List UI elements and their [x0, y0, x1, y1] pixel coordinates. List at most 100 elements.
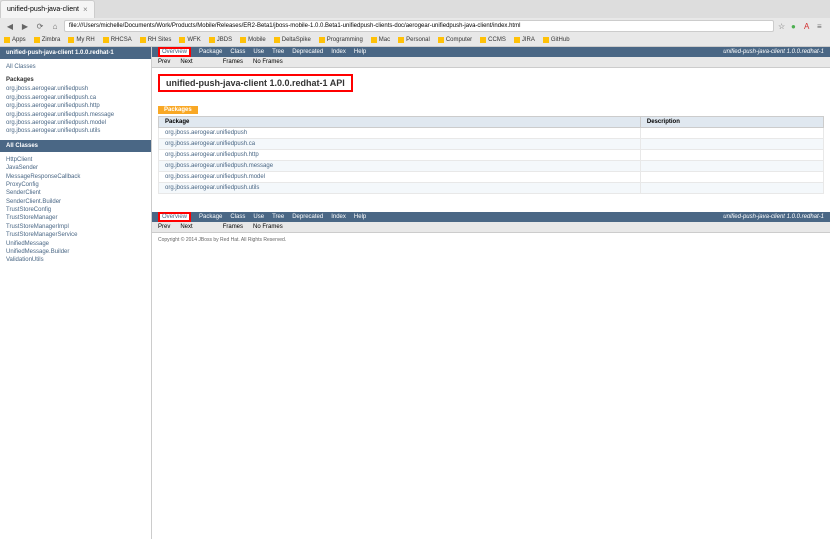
folder-icon: [34, 37, 40, 43]
table-row: org.jboss.aerogear.unifiedpush: [159, 128, 824, 139]
bookmark-item[interactable]: Mobile: [240, 37, 266, 43]
nav-link-package[interactable]: Package: [199, 214, 222, 220]
nav-link-overview[interactable]: Overview: [158, 47, 191, 57]
sidebar-class-link[interactable]: MessageResponseCallback: [6, 173, 145, 181]
nav-link-class[interactable]: Class: [230, 49, 245, 55]
sidebar-class-link[interactable]: TrustStoreManagerService: [6, 231, 145, 239]
sidebar-package-link[interactable]: org.jboss.aerogear.unifiedpush.message: [6, 111, 145, 119]
package-link[interactable]: org.jboss.aerogear.unifiedpush.http: [165, 152, 259, 158]
url-bar: ◀ ▶ ⟳ ⌂ file:///Users/michelle/Documents…: [0, 18, 830, 34]
frames-link-bottom[interactable]: Frames: [223, 224, 243, 230]
sidebar-class-link[interactable]: TrustStoreConfig: [6, 206, 145, 214]
star-icon[interactable]: ☆: [778, 22, 786, 30]
bookmark-item[interactable]: Apps: [4, 37, 26, 43]
nav-link-index[interactable]: Index: [331, 49, 346, 55]
sidebar-class-link[interactable]: ValidationUtils: [6, 256, 145, 264]
folder-icon: [68, 37, 74, 43]
bookmark-item[interactable]: Personal: [398, 37, 430, 43]
prev-link-bottom[interactable]: Prev: [158, 224, 170, 230]
frames-link[interactable]: Frames: [223, 59, 243, 65]
table-row: org.jboss.aerogear.unifiedpush.model: [159, 172, 824, 183]
menu-icon[interactable]: ≡: [817, 22, 825, 30]
bookmark-item[interactable]: Mac: [371, 37, 390, 43]
bottom-nav-bar: Overview Package Class Use Tree Deprecated Ind…: [152, 212, 830, 222]
nav-link-use[interactable]: Use: [253, 49, 264, 55]
sidebar-package-link[interactable]: org.jboss.aerogear.unifiedpush: [6, 85, 145, 93]
bookmark-item[interactable]: WFK: [179, 37, 200, 43]
sidebar-class-link[interactable]: UnifiedMessage: [6, 240, 145, 248]
sidebar-header: unified-push-java-client 1.0.0.redhat-1: [0, 47, 151, 59]
bookmark-item[interactable]: JBDS: [209, 37, 232, 43]
bookmark-item[interactable]: RHCSA: [103, 37, 132, 43]
home-button[interactable]: ⌂: [49, 20, 61, 32]
no-frames-link-bottom[interactable]: No Frames: [253, 224, 283, 230]
bookmark-item[interactable]: My RH: [68, 37, 94, 43]
sidebar-class-link[interactable]: SenderClient: [6, 189, 145, 197]
nav-right-title-bottom: unified-push-java-client 1.0.0.redhat-1: [723, 214, 824, 220]
bookmark-item[interactable]: Zimbra: [34, 37, 61, 43]
description-header: Description: [640, 117, 823, 128]
extension-icon[interactable]: A: [804, 22, 812, 30]
next-link[interactable]: Next: [180, 59, 192, 65]
browser-tab[interactable]: unified-push-java-client ×: [0, 0, 95, 18]
nav-link-help[interactable]: Help: [354, 49, 366, 55]
sidebar-class-link[interactable]: HttpClient: [6, 156, 145, 164]
reload-button[interactable]: ⟳: [34, 20, 46, 32]
bookmark-item[interactable]: Computer: [438, 37, 472, 43]
url-input[interactable]: file:///Users/michelle/Documents/Work/Pr…: [64, 20, 774, 32]
tab-bar: unified-push-java-client ×: [0, 0, 830, 18]
nav-link-index[interactable]: Index: [331, 214, 346, 220]
nav-link-deprecated[interactable]: Deprecated: [292, 49, 323, 55]
bookmark-item[interactable]: DeltaSpike: [274, 37, 311, 43]
sidebar-class-link[interactable]: UnifiedMessage.Builder: [6, 248, 145, 256]
folder-icon: [274, 37, 280, 43]
sync-icon[interactable]: ●: [791, 22, 799, 30]
nav-link-tree[interactable]: Tree: [272, 214, 284, 220]
prev-link[interactable]: Prev: [158, 59, 170, 65]
nav-link-use[interactable]: Use: [253, 214, 264, 220]
bookmark-item[interactable]: RH Sites: [140, 37, 172, 43]
sidebar-class-link[interactable]: ProxyConfig: [6, 181, 145, 189]
package-link[interactable]: org.jboss.aerogear.unifiedpush.message: [165, 163, 273, 169]
table-row: org.jboss.aerogear.unifiedpush.message: [159, 161, 824, 172]
all-classes-link[interactable]: All Classes: [6, 63, 145, 71]
close-icon[interactable]: ×: [83, 5, 88, 14]
nav-link-package[interactable]: Package: [199, 49, 222, 55]
sidebar-class-link[interactable]: TrustStoreManager: [6, 214, 145, 222]
package-header: Package: [159, 117, 641, 128]
all-classes-header: All Classes: [0, 140, 151, 152]
forward-button[interactable]: ▶: [19, 20, 31, 32]
nav-link-class[interactable]: Class: [230, 214, 245, 220]
footer-copyright: Copyright © 2014 JBoss by Red Hat. All R…: [152, 233, 830, 247]
url-text: file:///Users/michelle/Documents/Work/Pr…: [69, 23, 520, 29]
main-content: Overview Package Class Use Tree Deprecated Ind…: [152, 47, 830, 539]
package-link[interactable]: org.jboss.aerogear.unifiedpush: [165, 130, 247, 136]
sidebar-package-link[interactable]: org.jboss.aerogear.unifiedpush.model: [6, 119, 145, 127]
nav-link-tree[interactable]: Tree: [272, 49, 284, 55]
package-link[interactable]: org.jboss.aerogear.unifiedpush.utils: [165, 185, 259, 191]
sidebar-package-link[interactable]: org.jboss.aerogear.unifiedpush.ca: [6, 94, 145, 102]
sidebar-class-link[interactable]: TrustStoreManagerImpl: [6, 223, 145, 231]
table-row: org.jboss.aerogear.unifiedpush.http: [159, 150, 824, 161]
nav-link-overview[interactable]: Overview: [158, 212, 191, 222]
sidebar-package-link[interactable]: org.jboss.aerogear.unifiedpush.http: [6, 102, 145, 110]
package-link[interactable]: org.jboss.aerogear.unifiedpush.ca: [165, 141, 255, 147]
package-link[interactable]: org.jboss.aerogear.unifiedpush.model: [165, 174, 265, 180]
nav-link-deprecated[interactable]: Deprecated: [292, 214, 323, 220]
folder-icon: [240, 37, 246, 43]
sidebar-class-link[interactable]: SenderClient.Builder: [6, 198, 145, 206]
table-row: org.jboss.aerogear.unifiedpush.ca: [159, 139, 824, 150]
bookmark-item[interactable]: Programming: [319, 37, 363, 43]
back-button[interactable]: ◀: [4, 20, 16, 32]
no-frames-link[interactable]: No Frames: [253, 59, 283, 65]
nav-link-help[interactable]: Help: [354, 214, 366, 220]
nav-right-title: unified-push-java-client 1.0.0.redhat-1: [723, 49, 824, 55]
bookmark-item[interactable]: CCMS: [480, 37, 506, 43]
sidebar-class-link[interactable]: JavaSender: [6, 164, 145, 172]
sidebar-package-link[interactable]: org.jboss.aerogear.unifiedpush.utils: [6, 127, 145, 135]
bookmark-item[interactable]: GitHub: [543, 37, 570, 43]
next-link-bottom[interactable]: Next: [180, 224, 192, 230]
sidebar: unified-push-java-client 1.0.0.redhat-1 …: [0, 47, 152, 539]
folder-icon: [140, 37, 146, 43]
bookmark-item[interactable]: JIRA: [514, 37, 535, 43]
